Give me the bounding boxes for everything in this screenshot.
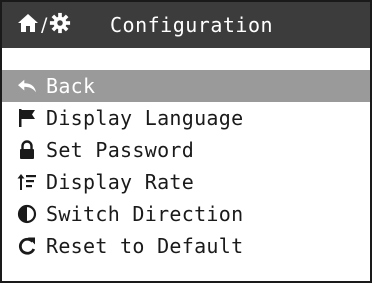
- contrast-icon: [16, 203, 38, 225]
- back-arrow-icon: [16, 75, 38, 97]
- title-bar: / Configuration: [2, 2, 370, 48]
- menu-item-label: Switch Direction: [46, 202, 244, 226]
- menu-item-switch-direction[interactable]: Switch Direction: [2, 198, 370, 230]
- breadcrumb-separator: /: [41, 14, 48, 36]
- menu-item-display-rate[interactable]: Display Rate: [2, 166, 370, 198]
- menu-item-set-password[interactable]: Set Password: [2, 134, 370, 166]
- page-title: Configuration: [110, 13, 274, 37]
- menu-item-label: Display Rate: [46, 170, 195, 194]
- config-screen: / Configuration Back Display Language Se…: [0, 0, 372, 283]
- menu-item-label: Reset to Default: [46, 234, 244, 258]
- lock-icon: [16, 139, 38, 161]
- menu-item-display-language[interactable]: Display Language: [2, 102, 370, 134]
- menu-item-back[interactable]: Back: [2, 70, 370, 102]
- reset-icon: [16, 235, 38, 257]
- sort-icon: [16, 171, 38, 193]
- config-menu: Back Display Language Set Password Displ…: [2, 70, 370, 262]
- menu-item-label: Display Language: [46, 106, 244, 130]
- breadcrumb: /: [16, 12, 71, 38]
- flag-icon: [16, 107, 38, 129]
- home-icon[interactable]: [16, 11, 40, 39]
- menu-item-label: Set Password: [46, 138, 195, 162]
- menu-item-reset-to-default[interactable]: Reset to Default: [2, 230, 370, 262]
- gear-icon: [49, 12, 71, 38]
- menu-item-label: Back: [46, 74, 96, 98]
